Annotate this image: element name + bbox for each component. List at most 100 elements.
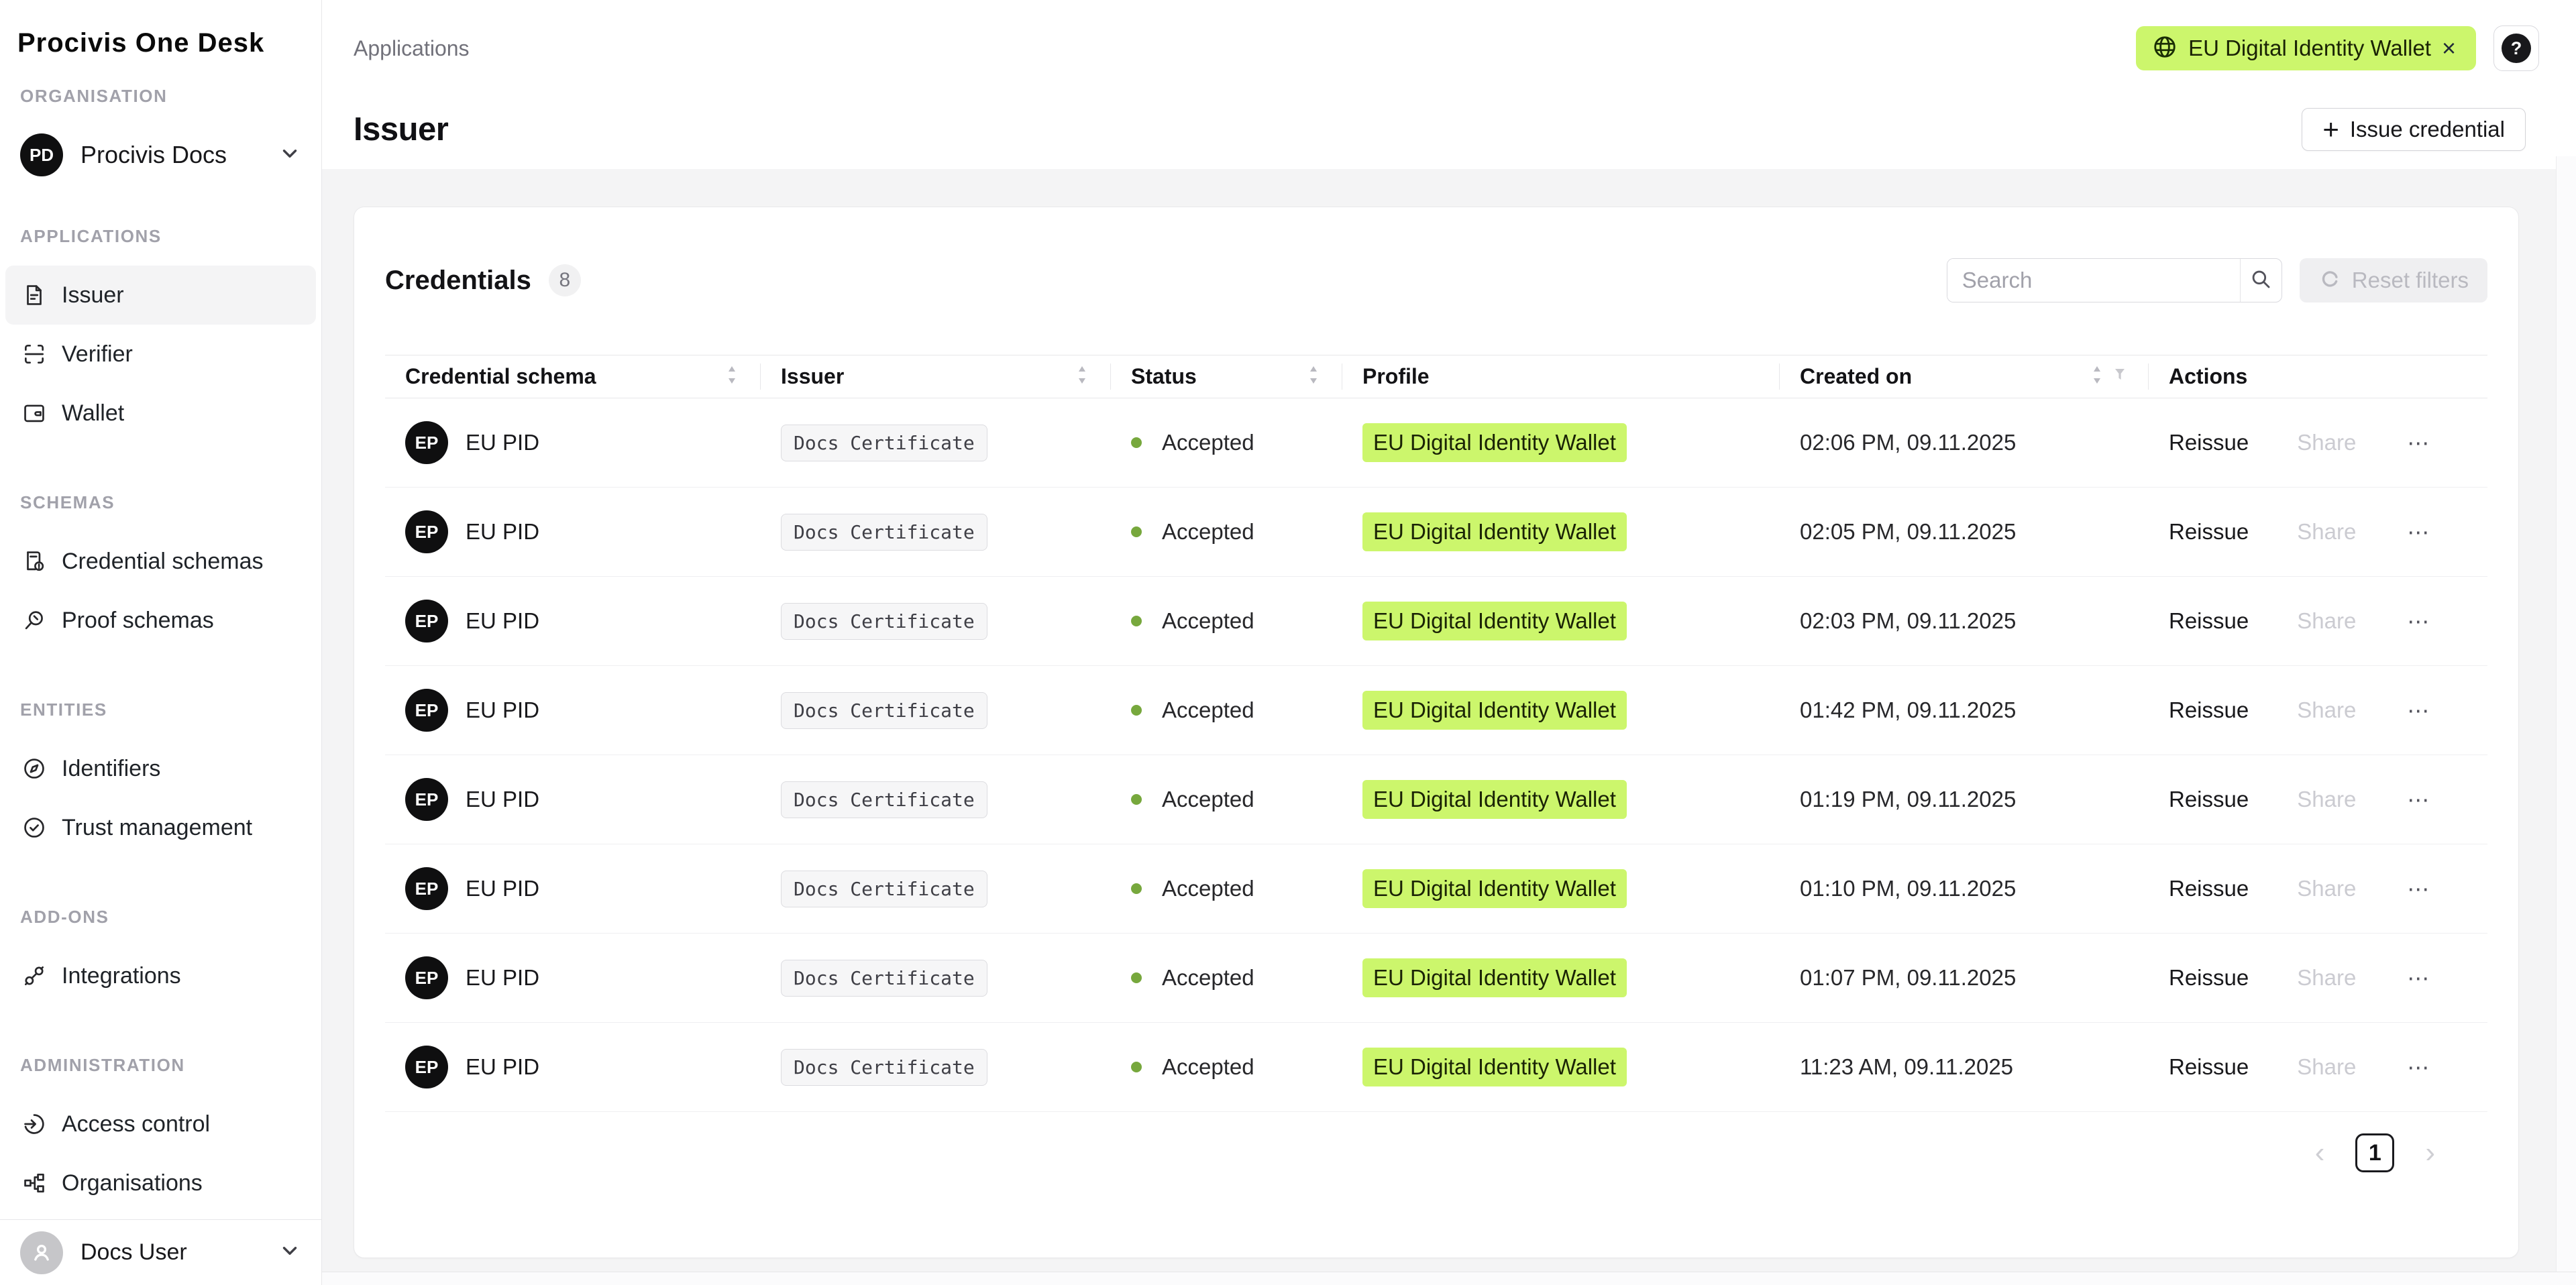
status-dot-icon [1131,526,1142,537]
sort-icon[interactable] [1073,364,1091,390]
pagination-next-icon[interactable]: › [2425,1138,2435,1168]
column-header-created-on[interactable]: Created on [1780,355,2149,398]
table-row[interactable]: EPEU PIDDocs CertificateAcceptedEU Digit… [385,755,2487,844]
app-logo: Procivis One Desk [0,0,321,86]
pagination: ‹ 1 › [385,1133,2487,1172]
more-actions-button[interactable]: ⋯ [2407,1054,2430,1080]
table-row[interactable]: EPEU PIDDocs CertificateAcceptedEU Digit… [385,666,2487,755]
issue-credential-button[interactable]: + Issue credential [2302,108,2526,151]
column-header-credential-schema[interactable]: Credential schema [385,355,761,398]
share-button[interactable]: Share [2297,787,2356,812]
sort-icon[interactable] [723,364,741,390]
sidebar-item-roles[interactable]: Roles [5,1213,316,1219]
user-menu[interactable]: Docs User [0,1219,321,1285]
sidebar-item-issuer[interactable]: Issuer [5,266,316,325]
reissue-button[interactable]: Reissue [2169,1054,2249,1080]
table-row[interactable]: EPEU PIDDocs CertificateAcceptedEU Digit… [385,398,2487,488]
status-dot-icon [1131,1062,1142,1072]
help-button[interactable]: ? [2493,25,2539,71]
vertical-scrollbar[interactable] [2556,156,2576,1272]
sidebar-item-label: Wallet [62,400,124,427]
chevron-down-icon [278,142,301,168]
chevron-down-icon [278,1239,301,1266]
table-row[interactable]: EPEU PIDDocs CertificateAcceptedEU Digit… [385,488,2487,577]
share-button[interactable]: Share [2297,519,2356,545]
search-button[interactable] [2240,259,2282,302]
credential-schema-name: EU PID [466,876,539,901]
document-icon [21,282,47,308]
org-chart-icon [21,1170,47,1196]
environment-badge[interactable]: EU Digital Identity Wallet × [2136,26,2476,70]
reissue-button[interactable]: Reissue [2169,965,2249,991]
more-actions-button[interactable]: ⋯ [2407,697,2430,724]
reset-icon [2318,268,2341,294]
reset-filters-button[interactable]: Reset filters [2300,258,2487,302]
more-actions-button[interactable]: ⋯ [2407,608,2430,634]
reissue-button[interactable]: Reissue [2169,876,2249,901]
share-button[interactable]: Share [2297,1054,2356,1080]
status-dot-icon [1131,883,1142,894]
status-text: Accepted [1162,965,1254,991]
status-text: Accepted [1162,876,1254,901]
sidebar-item-trust-management[interactable]: Trust management [5,798,316,857]
sidebar-item-access-control[interactable]: Access control [5,1095,316,1154]
sidebar-item-identifiers[interactable]: Identifiers [5,739,316,798]
page-title: Issuer [354,111,448,148]
breadcrumb[interactable]: Applications [354,36,470,61]
reissue-button[interactable]: Reissue [2169,787,2249,812]
card-title: Credentials [385,266,531,296]
column-header-profile: Profile [1342,355,1780,398]
issuer-badge: Docs Certificate [781,1049,987,1086]
sidebar-item-verifier[interactable]: Verifier [5,325,316,384]
reissue-button[interactable]: Reissue [2169,697,2249,723]
wallet-icon [21,400,47,426]
status-dot-icon [1131,616,1142,626]
table-row[interactable]: EPEU PIDDocs CertificateAcceptedEU Digit… [385,934,2487,1023]
sort-icon[interactable] [1305,364,1322,390]
more-actions-button[interactable]: ⋯ [2407,430,2430,456]
sidebar-item-proof-schemas[interactable]: Proof schemas [5,591,316,650]
sidebar-item-organisations[interactable]: Organisations [5,1154,316,1213]
horizontal-scrollbar[interactable] [322,1272,2576,1285]
share-button[interactable]: Share [2297,876,2356,901]
table-row[interactable]: EPEU PIDDocs CertificateAcceptedEU Digit… [385,577,2487,666]
more-actions-button[interactable]: ⋯ [2407,876,2430,902]
reissue-button[interactable]: Reissue [2169,430,2249,455]
user-name: Docs User [80,1239,278,1266]
sidebar-item-label: Proof schemas [62,608,214,634]
reissue-button[interactable]: Reissue [2169,519,2249,545]
column-header-issuer[interactable]: Issuer [761,355,1111,398]
pagination-prev-icon[interactable]: ‹ [2315,1138,2325,1168]
status-dot-icon [1131,794,1142,805]
filter-icon[interactable] [2111,364,2129,390]
sidebar-item-label: Trust management [62,815,252,841]
org-avatar: PD [20,133,63,176]
search-input[interactable] [1947,259,2240,302]
created-on: 02:03 PM, 09.11.2025 [1800,608,2016,634]
pagination-page-1[interactable]: 1 [2355,1133,2394,1172]
org-switcher[interactable]: PD Procivis Docs [5,125,316,184]
reissue-button[interactable]: Reissue [2169,608,2249,634]
sidebar-item-wallet[interactable]: Wallet [5,384,316,443]
section-label-applications: APPLICATIONS [5,226,316,247]
search-box [1947,258,2282,302]
more-actions-button[interactable]: ⋯ [2407,965,2430,991]
table-row[interactable]: EPEU PIDDocs CertificateAcceptedEU Digit… [385,1023,2487,1112]
issuer-badge: Docs Certificate [781,692,987,729]
share-button[interactable]: Share [2297,697,2356,723]
sidebar-item-label: Verifier [62,341,133,368]
table-row[interactable]: EPEU PIDDocs CertificateAcceptedEU Digit… [385,844,2487,934]
close-icon[interactable]: × [2438,36,2460,60]
share-button[interactable]: Share [2297,430,2356,455]
share-button[interactable]: Share [2297,965,2356,991]
more-actions-button[interactable]: ⋯ [2407,787,2430,813]
sidebar: Procivis One Desk ORGANISATION PD Prociv… [0,0,322,1285]
column-header-status[interactable]: Status [1111,355,1342,398]
sidebar-item-credential-schemas[interactable]: Credential schemas [5,532,316,591]
user-avatar-icon [20,1231,63,1274]
sidebar-item-integrations[interactable]: Integrations [5,946,316,1005]
more-actions-button[interactable]: ⋯ [2407,519,2430,545]
share-button[interactable]: Share [2297,608,2356,634]
sort-icon[interactable] [2088,364,2106,390]
section-label-administration: ADMINISTRATION [5,1055,316,1076]
